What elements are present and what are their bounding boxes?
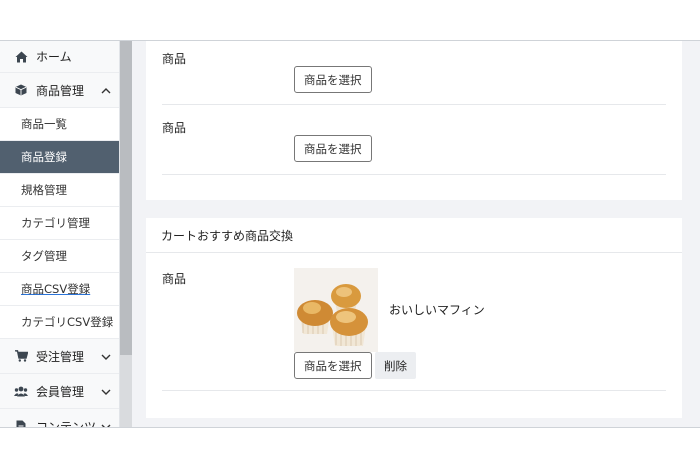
chevron-down-icon: [101, 351, 111, 361]
chevron-up-icon: [101, 85, 111, 95]
file-icon: [14, 419, 28, 427]
product-name: おいしいマフィン: [389, 303, 485, 317]
sidebar-item-label: 受注管理: [36, 349, 85, 364]
app-frame: ホーム 商品管理 商品一覧 商品登録 規格管理 カテゴリ管理 タグ管理 商品CS…: [0, 40, 700, 428]
sidebar-scrollbar[interactable]: [120, 41, 132, 427]
sidebar-item-product-list[interactable]: 商品一覧: [0, 108, 119, 141]
product-label: 商品: [162, 121, 187, 135]
sidebar-item-home[interactable]: ホーム: [0, 41, 119, 73]
delete-button[interactable]: 削除: [375, 352, 416, 379]
cart-recommend-card: カートおすすめ商品交換 商品 おいしいマフィン 商品を選択 削除: [146, 218, 682, 418]
main-content: 商品 商品を選択 商品 商品を選択 カートおすすめ商品交換 商品 おいしいマフィ…: [146, 41, 682, 427]
users-icon: [14, 384, 28, 398]
sidebar-item-tag-management[interactable]: タグ管理: [0, 240, 119, 273]
divider: [162, 390, 666, 391]
sidebar-item-label: 会員管理: [36, 384, 85, 399]
sidebar-item-label: 商品管理: [36, 83, 85, 98]
sidebar-item-member-management[interactable]: 会員管理: [0, 374, 119, 409]
divider: [162, 174, 666, 175]
chevron-down-icon: [101, 421, 111, 427]
chevron-down-icon: [101, 386, 111, 396]
sidebar-item-product-management[interactable]: 商品管理: [0, 73, 119, 108]
product-thumbnail: [294, 268, 378, 352]
sidebar-item-product-csv[interactable]: 商品CSV登録: [0, 273, 119, 306]
sidebar-item-label: タグ管理: [21, 249, 67, 263]
sidebar-item-label: カテゴリCSV登録: [21, 315, 114, 329]
sidebar-item-label: 商品登録: [21, 150, 67, 164]
select-product-button[interactable]: 商品を選択: [294, 135, 372, 162]
sidebar-item-order-management[interactable]: 受注管理: [0, 339, 119, 374]
sidebar-item-content[interactable]: コンテンツ: [0, 409, 119, 428]
sidebar-item-label: 規格管理: [21, 183, 67, 197]
scrollbar-thumb[interactable]: [120, 41, 132, 355]
sidebar-item-category-csv[interactable]: カテゴリCSV登録: [0, 306, 119, 339]
select-product-button[interactable]: 商品を選択: [294, 352, 372, 379]
sidebar-item-label: コンテンツ: [36, 419, 97, 428]
product-label: 商品: [162, 272, 187, 286]
sidebar-item-label: ホーム: [36, 50, 72, 64]
card-title: カートおすすめ商品交換: [146, 218, 682, 253]
sidebar-item-label: 商品一覧: [21, 117, 67, 131]
sidebar-item-product-register[interactable]: 商品登録: [0, 141, 119, 174]
sidebar-item-spec-management[interactable]: 規格管理: [0, 174, 119, 207]
home-icon: [14, 50, 28, 64]
sidebar: ホーム 商品管理 商品一覧 商品登録 規格管理 カテゴリ管理 タグ管理 商品CS…: [0, 41, 120, 428]
divider: [162, 104, 666, 105]
product-selection-card: 商品 商品を選択 商品 商品を選択: [146, 41, 682, 200]
sidebar-item-category-management[interactable]: カテゴリ管理: [0, 207, 119, 240]
select-product-button[interactable]: 商品を選択: [294, 66, 372, 93]
sidebar-item-label: カテゴリ管理: [21, 216, 90, 230]
product-label: 商品: [162, 52, 187, 66]
cart-icon: [14, 349, 28, 363]
sidebar-item-label: 商品CSV登録: [21, 282, 91, 296]
box-icon: [14, 83, 28, 97]
